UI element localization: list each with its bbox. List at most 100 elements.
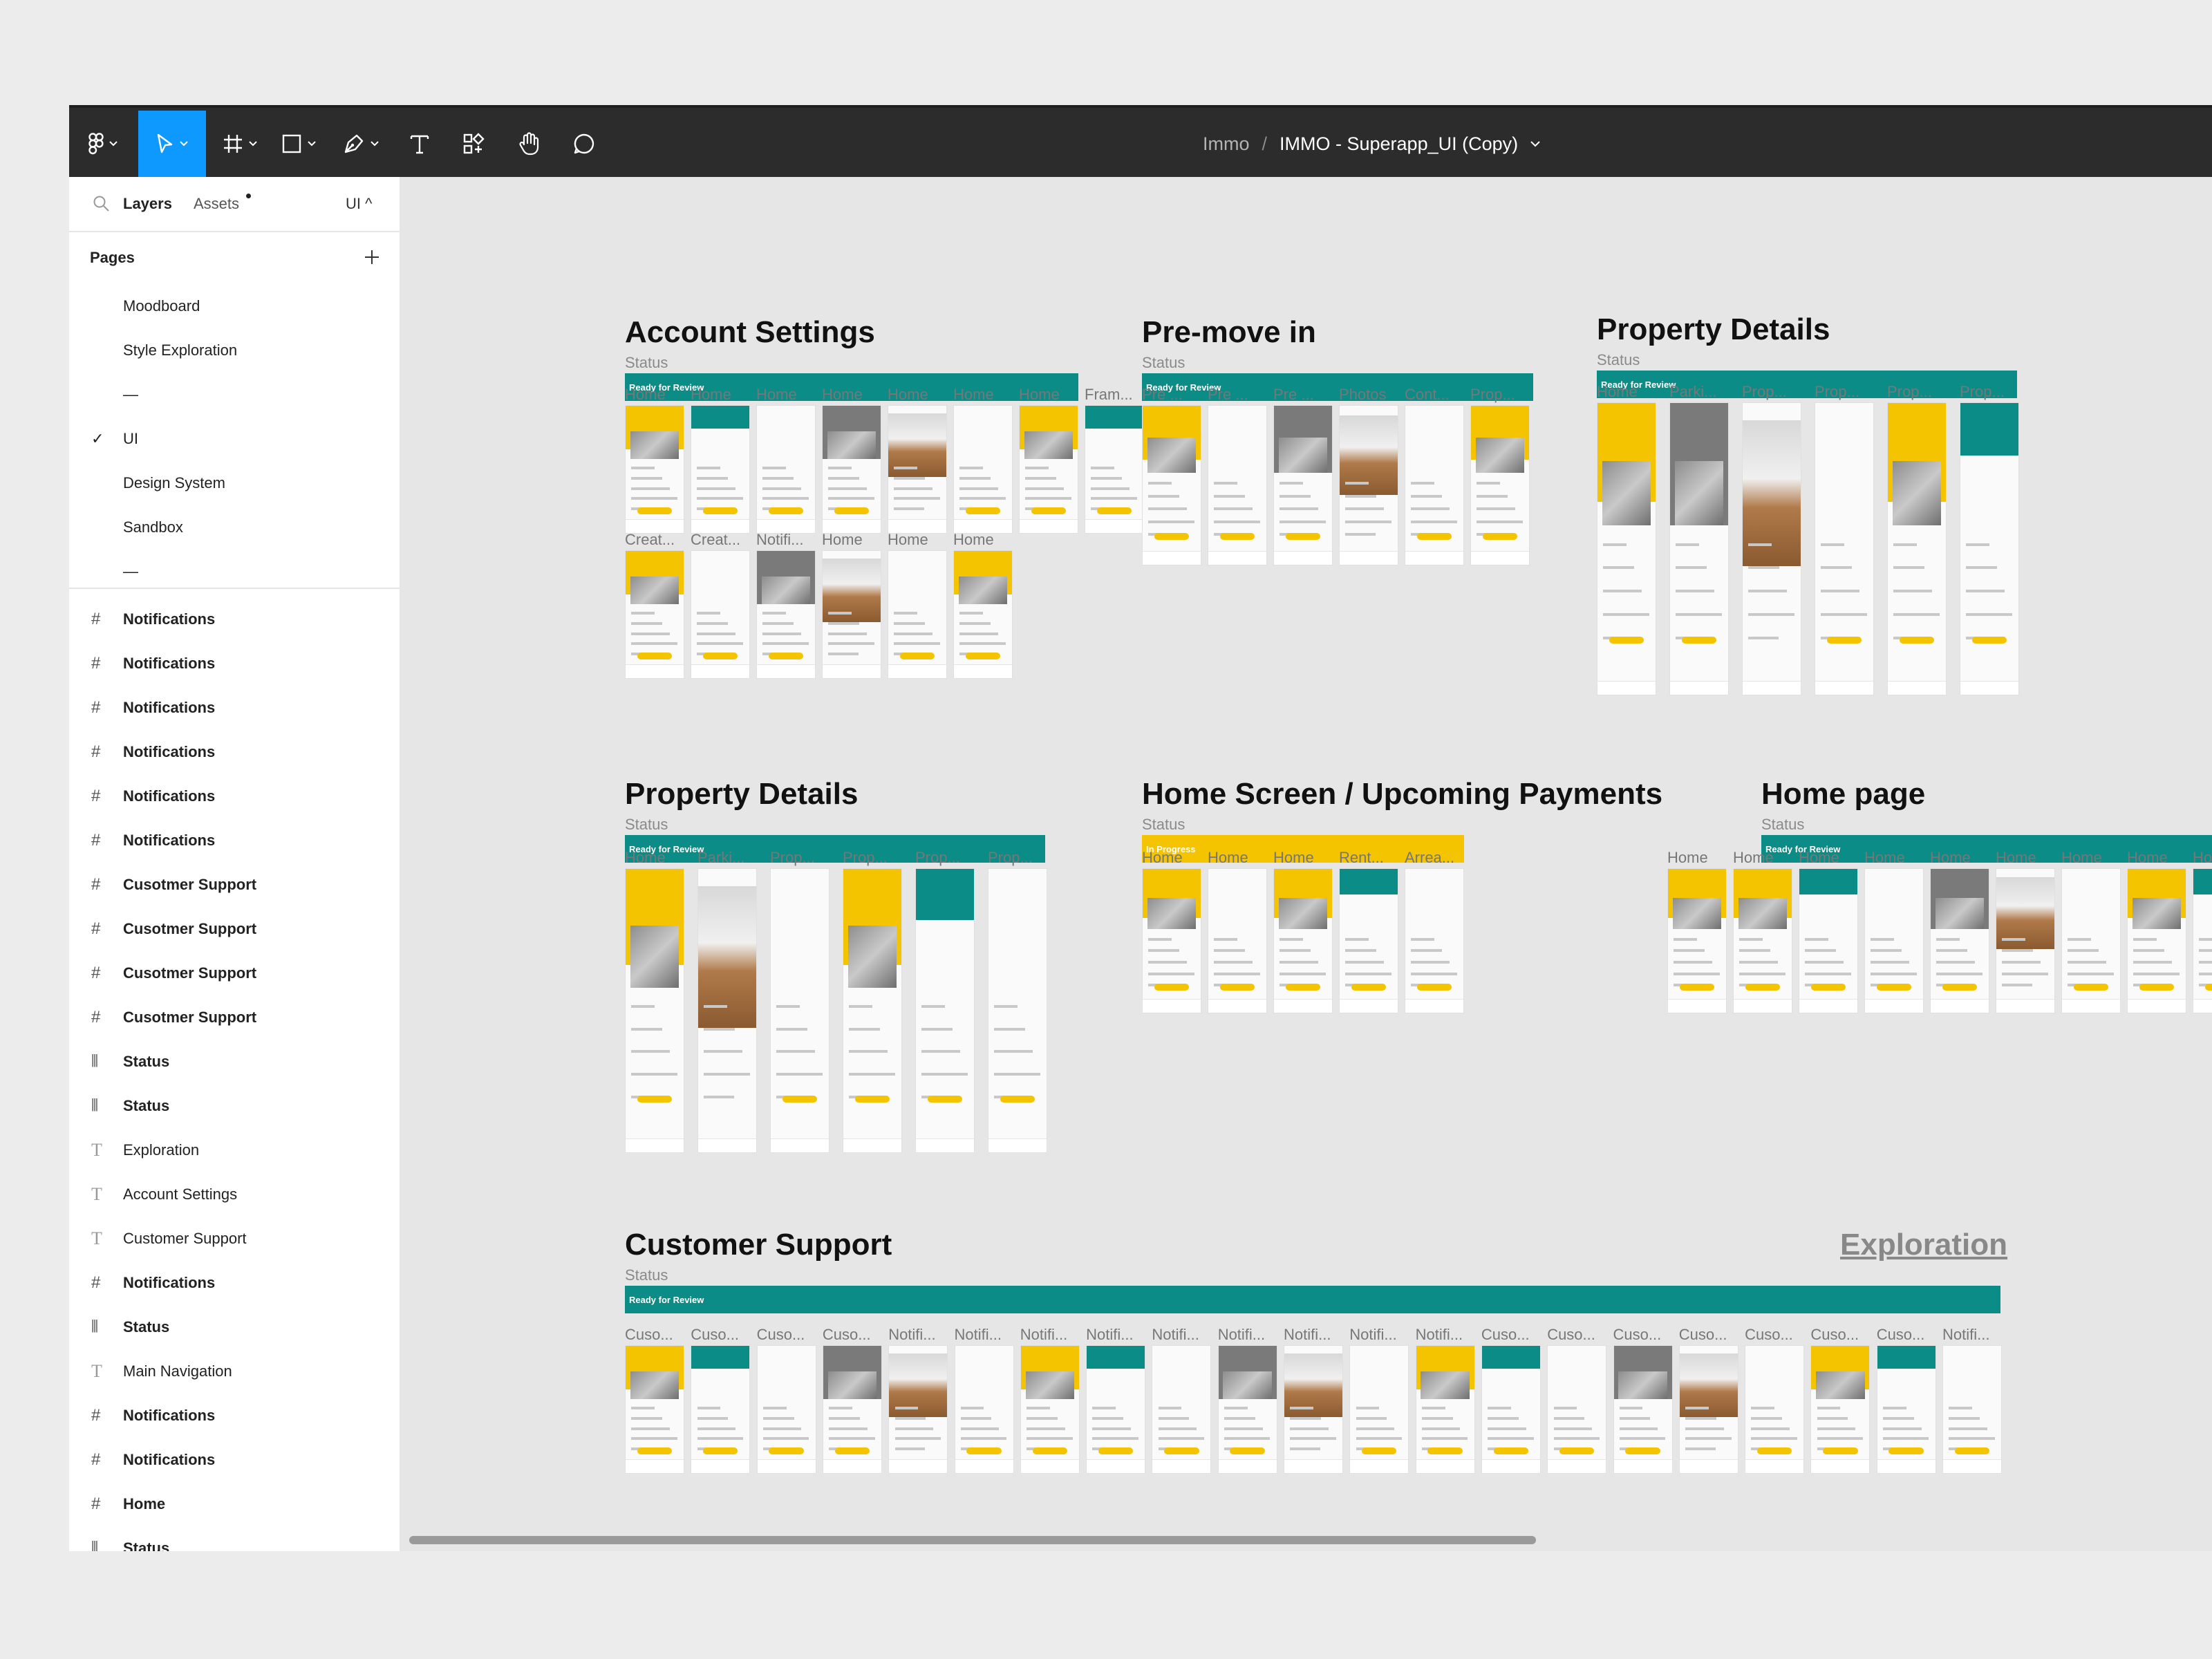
project-name[interactable]: Immo xyxy=(1203,133,1250,155)
frame-label[interactable]: Cuso... xyxy=(1547,1326,1610,1344)
frame-label[interactable]: Notifi... xyxy=(756,531,819,549)
screen-thumbnail[interactable] xyxy=(625,405,684,534)
screen-thumbnail[interactable] xyxy=(1799,868,1858,1013)
frame-label[interactable]: Notifi... xyxy=(955,1326,1018,1344)
page-selector[interactable]: UI ^ xyxy=(346,195,372,213)
main-menu-button[interactable] xyxy=(69,111,137,177)
screen-thumbnail[interactable] xyxy=(1481,1345,1541,1474)
frame-label[interactable]: Pre ... xyxy=(1142,386,1205,404)
layer-row[interactable]: T Account Settings xyxy=(69,1172,401,1217)
frame-label[interactable]: Cuso... xyxy=(1877,1326,1940,1344)
frame-label[interactable]: Cuso... xyxy=(1810,1326,1873,1344)
frame-label[interactable]: Home xyxy=(625,849,695,867)
screen-thumbnail[interactable] xyxy=(1349,1345,1409,1474)
frame-label[interactable]: Prop... xyxy=(1742,383,1812,401)
frame-label[interactable]: Home xyxy=(756,386,819,404)
layer-row[interactable]: # Notifications xyxy=(69,686,401,730)
screen-thumbnail[interactable] xyxy=(1284,1345,1343,1474)
layer-row[interactable]: T Customer Support xyxy=(69,1217,401,1261)
frame-label[interactable]: Notifi... xyxy=(1020,1326,1083,1344)
search-icon[interactable] xyxy=(93,195,111,213)
page-item[interactable]: Style Exploration xyxy=(123,341,237,359)
screen-thumbnail[interactable] xyxy=(770,868,830,1153)
screen-thumbnail[interactable] xyxy=(1085,405,1144,534)
page-item[interactable]: — xyxy=(123,386,138,404)
screen-thumbnail[interactable] xyxy=(1405,405,1464,565)
page-item[interactable]: Design System xyxy=(123,474,225,492)
screen-thumbnail[interactable] xyxy=(888,405,947,534)
screen-thumbnail[interactable] xyxy=(1547,1345,1607,1474)
screen-thumbnail[interactable] xyxy=(697,868,757,1153)
frame-label[interactable]: Creat... xyxy=(691,531,753,549)
tab-layers[interactable]: Layers xyxy=(123,195,172,213)
frame-label[interactable]: Prop... xyxy=(843,849,912,867)
frame-label[interactable]: Home xyxy=(2127,849,2190,867)
frame-label[interactable]: Notifi... xyxy=(888,1326,951,1344)
screen-thumbnail[interactable] xyxy=(1733,868,1792,1013)
screen-thumbnail[interactable] xyxy=(625,1345,684,1474)
frame-label[interactable]: Notifi... xyxy=(1349,1326,1412,1344)
frame-label[interactable]: Cuso... xyxy=(625,1326,688,1344)
page-item[interactable]: Moodboard xyxy=(123,297,200,315)
screen-thumbnail[interactable] xyxy=(1339,405,1398,565)
section-title[interactable]: Account Settings xyxy=(625,315,875,350)
frame-label[interactable]: Cuso... xyxy=(1481,1326,1544,1344)
frame-label[interactable]: Home xyxy=(1930,849,1993,867)
frame-label[interactable]: Home xyxy=(625,386,688,404)
screen-thumbnail[interactable] xyxy=(915,868,975,1153)
frame-label[interactable]: Prop... xyxy=(1887,383,1957,401)
screen-thumbnail[interactable] xyxy=(1470,405,1530,565)
screen-thumbnail[interactable] xyxy=(888,550,947,679)
frame-label[interactable]: Home xyxy=(1996,849,2059,867)
screen-thumbnail[interactable] xyxy=(2061,868,2121,1013)
screen-thumbnail[interactable] xyxy=(691,405,750,534)
frame-label[interactable]: Home xyxy=(953,531,1016,549)
file-name[interactable]: IMMO - Superapp_UI (Copy) xyxy=(1280,133,1518,155)
screen-thumbnail[interactable] xyxy=(756,405,816,534)
screen-thumbnail[interactable] xyxy=(1019,405,1078,534)
frame-label[interactable]: Cuso... xyxy=(1745,1326,1808,1344)
frame-label[interactable]: Home xyxy=(822,386,885,404)
canvas[interactable]: Account Settings Status Ready for Review Ho… xyxy=(402,177,2212,1551)
layer-row[interactable]: ⫴ Status xyxy=(69,1040,401,1084)
screen-thumbnail[interactable] xyxy=(2193,868,2212,1013)
layer-row[interactable]: ⫴ Status xyxy=(69,1084,401,1128)
frame-label[interactable]: Cuso... xyxy=(823,1326,885,1344)
screen-thumbnail[interactable] xyxy=(625,868,684,1153)
frame-label[interactable]: Home xyxy=(1019,386,1082,404)
frame-label[interactable]: Notifi... xyxy=(1152,1326,1215,1344)
screen-thumbnail[interactable] xyxy=(1208,405,1267,565)
hand-tool-button[interactable] xyxy=(505,111,553,177)
screen-thumbnail[interactable] xyxy=(756,550,816,679)
frame-label[interactable]: Parki... xyxy=(1669,383,1739,401)
layer-row[interactable]: # Notifications xyxy=(69,641,401,686)
frame-label[interactable]: Prop... xyxy=(770,849,840,867)
screen-thumbnail[interactable] xyxy=(1152,1345,1212,1474)
frame-label[interactable]: Rent... xyxy=(1339,849,1402,867)
screen-thumbnail[interactable] xyxy=(691,550,750,679)
screen-thumbnail[interactable] xyxy=(888,1345,948,1474)
components-button[interactable] xyxy=(449,111,498,177)
frame-label[interactable]: Fram... xyxy=(1085,386,1147,404)
screen-thumbnail[interactable] xyxy=(954,1345,1014,1474)
screen-thumbnail[interactable] xyxy=(1864,868,1924,1013)
shape-tool-button[interactable] xyxy=(271,111,326,177)
frame-label[interactable]: Prop... xyxy=(1815,383,1884,401)
frame-label[interactable]: Prop... xyxy=(1470,386,1533,404)
layer-row[interactable]: # Notifications xyxy=(69,774,401,818)
file-breadcrumb[interactable]: Immo / IMMO - Superapp_UI (Copy) xyxy=(1203,111,1540,177)
layer-row[interactable]: # Notifications xyxy=(69,730,401,774)
frame-label[interactable]: Home xyxy=(1864,849,1927,867)
section-title[interactable]: Home page xyxy=(1761,777,1925,812)
screen-thumbnail[interactable] xyxy=(2127,868,2186,1013)
screen-thumbnail[interactable] xyxy=(1217,1345,1277,1474)
layer-row[interactable]: # Notifications xyxy=(69,818,401,863)
layer-row[interactable]: # Cusotmer Support xyxy=(69,995,401,1040)
screen-thumbnail[interactable] xyxy=(822,550,881,679)
layer-row[interactable]: # Home xyxy=(69,1482,401,1526)
screen-thumbnail[interactable] xyxy=(1996,868,2055,1013)
frame-label[interactable]: Notifi... xyxy=(1942,1326,2005,1344)
text-tool-button[interactable] xyxy=(395,111,444,177)
screen-thumbnail[interactable] xyxy=(1745,1345,1805,1474)
layer-row[interactable]: ⫴ Status xyxy=(69,1305,401,1349)
